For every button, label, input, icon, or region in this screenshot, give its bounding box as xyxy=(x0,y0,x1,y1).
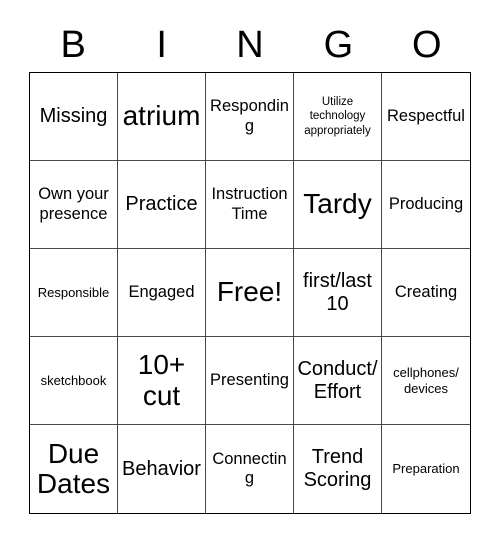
bingo-cell[interactable]: Trend Scoring xyxy=(294,425,382,513)
bingo-header-letter-i: I xyxy=(156,24,167,66)
bingo-header-letter-o: O xyxy=(412,24,442,66)
bingo-header-letter-n: N xyxy=(236,24,264,66)
bingo-cell-label: sketchbook xyxy=(40,372,107,388)
bingo-cell-label: Behavior xyxy=(122,457,201,480)
bingo-cell[interactable]: Creating xyxy=(382,249,470,337)
bingo-cell[interactable]: atrium xyxy=(118,73,206,161)
bingo-cell[interactable]: Conduct/ Effort xyxy=(294,337,382,425)
bingo-cell-label: Own your presence xyxy=(38,185,109,223)
bingo-cell[interactable]: Instruction Time xyxy=(206,161,294,249)
bingo-cell-label: Presenting xyxy=(210,370,289,389)
bingo-cell[interactable]: Respectful xyxy=(382,73,470,161)
bingo-cell[interactable]: Behavior xyxy=(118,425,206,513)
bingo-cell[interactable]: sketchbook xyxy=(30,337,118,425)
bingo-cell-label: Producing xyxy=(388,194,464,213)
bingo-cell-label: Utilize technology appropriately xyxy=(304,96,371,137)
bingo-cell[interactable]: Engaged xyxy=(118,249,206,337)
bingo-cell-label: Tardy xyxy=(303,188,372,220)
bingo-cell[interactable]: cellphones/ devices xyxy=(382,337,470,425)
bingo-cell-label: Instruction Time xyxy=(211,185,288,223)
bingo-grid: Missing atrium Responding Utilize technolog… xyxy=(29,72,471,514)
bingo-header-letter-g: G xyxy=(323,24,354,66)
bingo-cell[interactable]: Presenting xyxy=(206,337,294,425)
bingo-cell-label: 10+ cut xyxy=(137,349,186,411)
bingo-cell-label: Connecting xyxy=(212,449,287,487)
bingo-card: B I N G O Missing atrium Responding Utilize… xyxy=(0,0,500,544)
bingo-cell-label: Engaged xyxy=(128,282,195,301)
bingo-cell[interactable]: Connecting xyxy=(206,425,294,513)
bingo-cell[interactable]: Responsible xyxy=(30,249,118,337)
bingo-cell-label: atrium xyxy=(122,100,201,132)
bingo-cell-label: first/last 10 xyxy=(303,269,372,315)
bingo-cell-label: Preparation xyxy=(392,461,460,477)
bingo-cell[interactable]: first/last 10 xyxy=(294,249,382,337)
bingo-cell[interactable]: Missing xyxy=(30,73,118,161)
bingo-cell-label: Responsible xyxy=(37,284,110,300)
bingo-cell[interactable]: 10+ cut xyxy=(118,337,206,425)
bingo-cell-label: Trend Scoring xyxy=(303,446,372,491)
bingo-cell-label: Missing xyxy=(39,105,108,128)
bingo-cell-label: Conduct/ Effort xyxy=(297,357,378,403)
bingo-cell[interactable]: Due Dates xyxy=(30,425,118,513)
bingo-cell[interactable]: Responding xyxy=(206,73,294,161)
bingo-header-letter-b: B xyxy=(60,24,86,66)
bingo-cell[interactable]: Practice xyxy=(118,161,206,249)
bingo-cell[interactable]: Tardy xyxy=(294,161,382,249)
bingo-cell[interactable]: Producing xyxy=(382,161,470,249)
bingo-header-row: B I N G O xyxy=(29,18,471,72)
bingo-cell[interactable]: Own your presence xyxy=(30,161,118,249)
bingo-cell-label: Practice xyxy=(125,193,198,216)
bingo-cell-label: Creating xyxy=(394,282,458,301)
bingo-cell-label: Responding xyxy=(210,97,289,135)
bingo-cell[interactable]: Preparation xyxy=(382,425,470,513)
bingo-cell-label: Respectful xyxy=(387,106,465,125)
bingo-cell-label: Free! xyxy=(216,276,283,308)
bingo-cell-label: cellphones/ devices xyxy=(393,364,459,396)
bingo-cell[interactable]: Free! xyxy=(206,249,294,337)
bingo-cell-label: Due Dates xyxy=(36,437,111,499)
bingo-cell[interactable]: Utilize technology appropriately xyxy=(294,73,382,161)
